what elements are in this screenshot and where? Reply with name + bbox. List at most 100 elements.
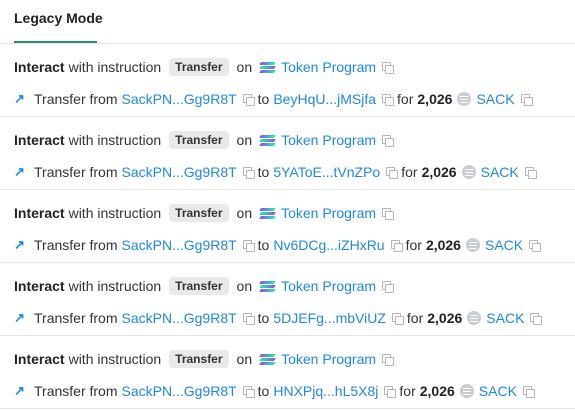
interact-label: Interact <box>14 278 65 294</box>
token-link[interactable]: SACK <box>476 91 514 107</box>
copy-icon[interactable] <box>382 134 395 147</box>
token-icon <box>467 311 482 325</box>
program-link[interactable]: Token Program <box>281 351 376 367</box>
with-instruction-text: with instruction <box>68 351 162 367</box>
arrow-up-right-icon: ↗ <box>14 164 25 179</box>
token-link[interactable]: SACK <box>481 164 519 180</box>
token-link[interactable]: SACK <box>479 383 517 399</box>
to-text: to <box>257 310 270 326</box>
token-link[interactable]: SACK <box>485 237 523 253</box>
copy-icon[interactable] <box>522 385 535 398</box>
instruction-badge: Transfer <box>169 204 229 222</box>
with-instruction-text: with instruction <box>68 205 162 221</box>
from-address-link[interactable]: SackPN...Gg9R8T <box>122 237 237 253</box>
transfer-amount: 2,026 <box>419 383 455 399</box>
to-address-link[interactable]: 5YAToE...tVnZPo <box>273 164 380 180</box>
with-instruction-text: with instruction <box>68 132 162 148</box>
instruction-header: Interact with instruction Transfer on To… <box>14 56 397 78</box>
tab-active-indicator <box>14 41 97 43</box>
for-text: for <box>401 164 418 180</box>
for-text: for <box>405 237 422 253</box>
solana-icon <box>259 134 276 146</box>
solana-icon <box>259 61 276 73</box>
to-address-link[interactable]: BeyHqU...jMSjfa <box>273 91 376 107</box>
copy-icon[interactable] <box>382 61 395 74</box>
copy-icon[interactable] <box>530 312 543 325</box>
transfer-from-text: Transfer from <box>34 383 118 399</box>
solana-icon <box>259 280 276 292</box>
from-address-link[interactable]: SackPN...Gg9R8T <box>122 383 237 399</box>
instruction-badge: Transfer <box>169 58 229 76</box>
copy-icon[interactable] <box>529 239 542 252</box>
interact-label: Interact <box>14 59 65 75</box>
instruction-item: Interact with instruction Transfer on To… <box>0 336 575 409</box>
for-text: for <box>406 310 424 326</box>
instruction-badge: Transfer <box>169 277 229 295</box>
to-text: to <box>257 164 270 180</box>
token-link[interactable]: SACK <box>486 310 524 326</box>
transfer-from-text: Transfer from <box>34 310 118 326</box>
to-address-link[interactable]: 5DJEFg...mbViUZ <box>273 310 386 326</box>
copy-icon[interactable] <box>242 312 255 325</box>
interact-label: Interact <box>14 132 65 148</box>
instruction-item: Interact with instruction Transfer on To… <box>0 263 575 336</box>
program-link[interactable]: Token Program <box>281 59 376 75</box>
to-text: to <box>257 237 270 253</box>
arrow-up-right-icon: ↗ <box>14 91 25 106</box>
on-text: on <box>236 278 253 294</box>
solana-icon <box>259 353 276 365</box>
transfer-detail: ↗ Transfer from SackPN...Gg9R8T to Nv6DC… <box>14 234 544 256</box>
on-text: on <box>236 132 253 148</box>
copy-icon[interactable] <box>242 166 255 179</box>
copy-icon[interactable] <box>382 280 395 293</box>
copy-icon[interactable] <box>382 353 395 366</box>
tab-bar: Legacy Mode <box>0 0 575 44</box>
on-text: on <box>236 351 253 367</box>
from-address-link[interactable]: SackPN...Gg9R8T <box>122 91 237 107</box>
copy-icon[interactable] <box>524 166 537 179</box>
from-address-link[interactable]: SackPN...Gg9R8T <box>122 310 237 326</box>
instruction-header: Interact with instruction Transfer on To… <box>14 275 397 297</box>
transfer-amount: 2,026 <box>427 310 463 326</box>
transfer-detail: ↗ Transfer from SackPN...Gg9R8T to HNXPj… <box>14 380 538 402</box>
copy-icon[interactable] <box>391 312 404 325</box>
token-icon <box>465 238 480 252</box>
transfer-from-text: Transfer from <box>34 164 118 180</box>
copy-icon[interactable] <box>390 239 403 252</box>
copy-icon[interactable] <box>384 385 397 398</box>
arrow-up-right-icon: ↗ <box>14 310 25 325</box>
token-icon <box>459 384 474 398</box>
copy-icon[interactable] <box>520 93 533 106</box>
interact-label: Interact <box>14 205 65 221</box>
to-text: to <box>257 383 270 399</box>
transfer-amount: 2,026 <box>425 237 461 253</box>
to-address-link[interactable]: HNXPjq...hL5X8j <box>273 383 378 399</box>
copy-icon[interactable] <box>242 239 255 252</box>
program-link[interactable]: Token Program <box>281 278 376 294</box>
instruction-list: Interact with instruction Transfer on To… <box>0 44 575 409</box>
copy-icon[interactable] <box>242 93 255 106</box>
instruction-item: Interact with instruction Transfer on To… <box>0 190 575 263</box>
from-address-link[interactable]: SackPN...Gg9R8T <box>122 164 237 180</box>
to-address-link[interactable]: Nv6DCg...iZHxRu <box>273 237 384 253</box>
instruction-badge: Transfer <box>169 350 229 368</box>
copy-icon[interactable] <box>386 166 399 179</box>
with-instruction-text: with instruction <box>68 278 162 294</box>
program-link[interactable]: Token Program <box>281 132 376 148</box>
copy-icon[interactable] <box>382 93 395 106</box>
copy-icon[interactable] <box>242 385 255 398</box>
tab-legacy-mode[interactable]: Legacy Mode <box>14 10 103 26</box>
transfer-amount: 2,026 <box>417 91 453 107</box>
program-link[interactable]: Token Program <box>281 205 376 221</box>
copy-icon[interactable] <box>382 207 395 220</box>
solana-icon <box>259 207 276 219</box>
instruction-item: Interact with instruction Transfer on To… <box>0 44 575 117</box>
for-text: for <box>399 383 416 399</box>
to-text: to <box>257 91 270 107</box>
token-icon <box>461 165 476 179</box>
instruction-header: Interact with instruction Transfer on To… <box>14 202 397 224</box>
instruction-badge: Transfer <box>169 131 229 149</box>
interact-label: Interact <box>14 351 65 367</box>
on-text: on <box>236 205 253 221</box>
transfer-detail: ↗ Transfer from SackPN...Gg9R8T to 5YATo… <box>14 161 540 183</box>
